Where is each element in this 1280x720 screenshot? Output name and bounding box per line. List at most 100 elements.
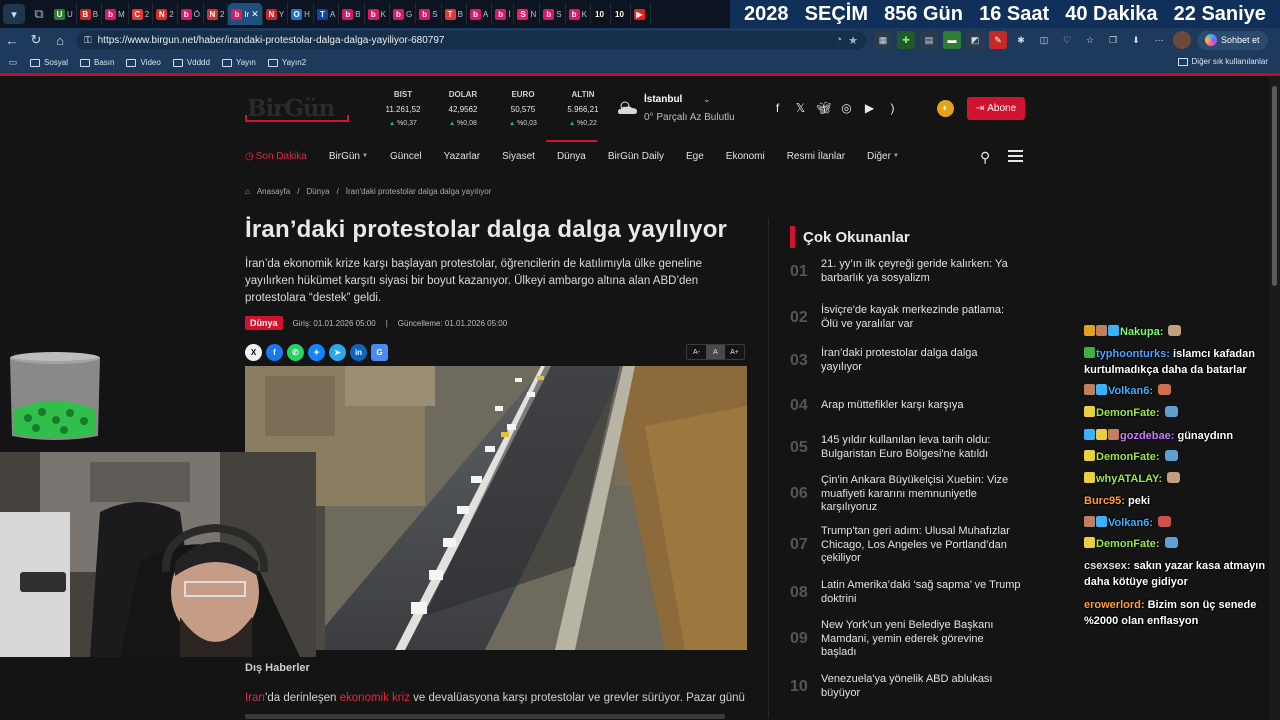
most-read-headline[interactable]: Trump'tan geri adım: Ulusal Muhafızlar C… (821, 525, 1021, 566)
browser-tab[interactable]: NY (263, 3, 289, 25)
rss-icon[interactable]: ) (886, 101, 899, 115)
hamburger-menu-icon[interactable] (1008, 150, 1023, 162)
most-read-headline[interactable]: İran’daki protestolar dalga dalga yayılı… (821, 347, 1021, 374)
close-tab-icon[interactable]: ✕ (251, 9, 259, 20)
bookmark-folder[interactable]: Sosyal (30, 58, 68, 67)
bookmark-folder[interactable]: Yayın2 (267, 58, 306, 67)
browser-tab[interactable]: bB (339, 3, 365, 25)
bookmark-folder[interactable]: Video (126, 58, 161, 67)
most-read-item[interactable]: 01 21. yy’ın ilk çeyreği geride kalırken:… (790, 258, 1025, 285)
most-read-item[interactable]: 06 Çin'in Ankara Büyükelçisi Xuebin: Vize… (790, 474, 1025, 515)
font-increase-button[interactable]: A+ (725, 345, 744, 359)
browser-tab[interactable]: bÖ (178, 3, 204, 25)
site-info-icon[interactable]: ⚿ (84, 35, 92, 46)
bookmark-folder[interactable]: Yayın (221, 58, 256, 67)
search-icon[interactable]: ⚲ (980, 149, 990, 166)
share-facebook-icon[interactable]: f (266, 344, 283, 361)
theme-toggle-icon[interactable]: ◐ (937, 100, 954, 117)
nav-item[interactable]: BirGün Daily (597, 140, 675, 172)
reader-view-icon[interactable]: ◔ (835, 34, 842, 46)
share-telegram-icon[interactable]: ➤ (329, 344, 346, 361)
font-decrease-button[interactable]: A- (687, 345, 706, 359)
most-read-item[interactable]: 07 Trump'tan geri adım: Ulusal Muhafızlar… (790, 525, 1025, 566)
extension-icon[interactable]: ▤ (920, 31, 938, 49)
nav-item[interactable]: Resmi İlanlar (776, 140, 856, 172)
extension-icon[interactable]: ▬ (943, 31, 961, 49)
x-twitter-icon[interactable]: 𝕏 (794, 101, 807, 115)
nav-item[interactable]: ◷ Son Dakika (245, 140, 318, 172)
bluesky-icon[interactable]: 🦋︎ (816, 101, 831, 115)
chevron-down-icon[interactable]: ⌄ (703, 94, 711, 105)
collections-icon[interactable]: ❐ (1104, 31, 1122, 49)
browser-tab[interactable]: BB (77, 3, 103, 25)
weather-widget[interactable]: İstanbul ⌄ 0° Parçalı Az Bulutlu (617, 94, 737, 124)
extension-icon[interactable]: ✚ (897, 31, 915, 49)
link-ekonomik-kriz[interactable]: ekonomik kriz (340, 692, 410, 704)
browser-tab[interactable]: N2 (204, 3, 229, 25)
most-read-headline[interactable]: 21. yy’ın ilk çeyreği geride kalırken: Y… (821, 258, 1021, 285)
nav-item[interactable]: Ege (675, 140, 715, 172)
link-iran[interactable]: İran (245, 692, 265, 704)
most-read-item[interactable]: 03 İran’daki protestolar dalga dalga yayı… (790, 347, 1025, 374)
browser-tab[interactable]: bİ (492, 3, 515, 25)
article-photo[interactable] (245, 366, 747, 650)
more-menu-icon[interactable]: ⋯ (1150, 31, 1168, 49)
most-read-item[interactable]: 09 New York’un yeni Belediye Başkanı Mamd… (790, 619, 1025, 660)
most-read-headline[interactable]: 145 yıldır kullanılan leva tarih oldu: B… (821, 434, 1021, 461)
scrollbar-thumb[interactable] (1272, 86, 1277, 286)
browser-tab[interactable]: bG (390, 3, 417, 25)
nav-item[interactable]: Yazarlar (433, 140, 492, 172)
share-x-icon[interactable]: X (245, 344, 262, 361)
downloads-icon[interactable]: ⬇ (1127, 31, 1145, 49)
profile-avatar[interactable] (1173, 31, 1191, 49)
bookmark-folder[interactable]: Vdddd (172, 58, 210, 67)
browser-tab[interactable]: C2 (129, 3, 154, 25)
tab-actions-menu-button[interactable]: ▾ (3, 4, 25, 24)
browser-tab[interactable]: TB (442, 3, 467, 25)
browser-tab[interactable]: TA (314, 3, 340, 25)
bookmark-folder[interactable]: Basın (80, 58, 114, 67)
subscribe-button[interactable]: ⇥ Abone (967, 97, 1025, 120)
browser-tab[interactable]: bM (102, 3, 129, 25)
browser-tab[interactable]: bS (416, 3, 442, 25)
most-read-headline[interactable]: New York’un yeni Belediye Başkanı Mamdan… (821, 619, 1021, 660)
back-button[interactable]: ← (0, 28, 24, 52)
favorite-star-icon[interactable]: ★ (848, 34, 858, 47)
most-read-headline[interactable]: Latin Amerika’daki ‘sağ sapma’ ve Trump … (821, 579, 1021, 606)
home-button[interactable]: ⌂ (48, 28, 72, 52)
reload-button[interactable]: ↻ (24, 28, 48, 52)
most-read-item[interactable]: 04 Arap müttefikler karşı karşıya (790, 397, 1025, 415)
nav-item[interactable]: Diğer ▼ (856, 140, 910, 172)
most-read-headline[interactable]: Çin'in Ankara Büyükelçisi Xuebin: Vize m… (821, 474, 1021, 515)
browser-tab[interactable]: N2 (153, 3, 178, 25)
most-read-headline[interactable]: Venezuela'ya yönelik ABD ablukası büyüyo… (821, 673, 1021, 700)
browser-tab[interactable]: SN (514, 3, 541, 25)
browser-tab[interactable]: bA (467, 3, 493, 25)
breadcrumb-home[interactable]: Anasayfa (257, 187, 290, 196)
browser-essentials-icon[interactable]: ♡ (1058, 31, 1076, 49)
instagram-icon[interactable]: ◎ (840, 101, 853, 115)
extension-icon[interactable]: ▦ (874, 31, 892, 49)
favorites-icon[interactable]: ☆ (1081, 31, 1099, 49)
browser-tab[interactable]: bK (566, 3, 591, 25)
address-bar[interactable]: ⚿ https://www.birgun.net/haber/irandaki-… (76, 30, 866, 50)
extension-icon[interactable]: ✎ (989, 31, 1007, 49)
breadcrumb-section[interactable]: Dünya (306, 187, 329, 196)
extensions-puzzle-icon[interactable]: ✱ (1012, 31, 1030, 49)
browser-tab[interactable]: bK (365, 3, 390, 25)
workspaces-icon[interactable]: ⧉ (29, 4, 49, 24)
most-read-item[interactable]: 05 145 yıldır kullanılan leva tarih oldu:… (790, 434, 1025, 461)
browser-tab[interactable]: ▶ (631, 3, 651, 25)
most-read-item[interactable]: 08 Latin Amerika’daki ‘sağ sapma’ ve Trum… (790, 579, 1025, 606)
category-badge[interactable]: Dünya (245, 316, 283, 330)
nav-item[interactable]: Ekonomi (715, 140, 776, 172)
share-google-news-icon[interactable]: G (371, 344, 388, 361)
most-read-headline[interactable]: İsviçre'de kayak merkezinde patlama: Ölü… (821, 304, 1021, 331)
nav-item[interactable]: BirGün ▼ (318, 140, 379, 172)
other-bookmarks-folder[interactable]: Diğer sık kullanılanlar (1177, 57, 1268, 66)
facebook-icon[interactable]: f (771, 101, 784, 115)
font-default-button[interactable]: A (706, 345, 725, 359)
browser-tab[interactable]: 10 (611, 3, 631, 25)
extension-icon[interactable]: ◩ (966, 31, 984, 49)
birgun-logo[interactable]: BirGün (245, 95, 349, 122)
